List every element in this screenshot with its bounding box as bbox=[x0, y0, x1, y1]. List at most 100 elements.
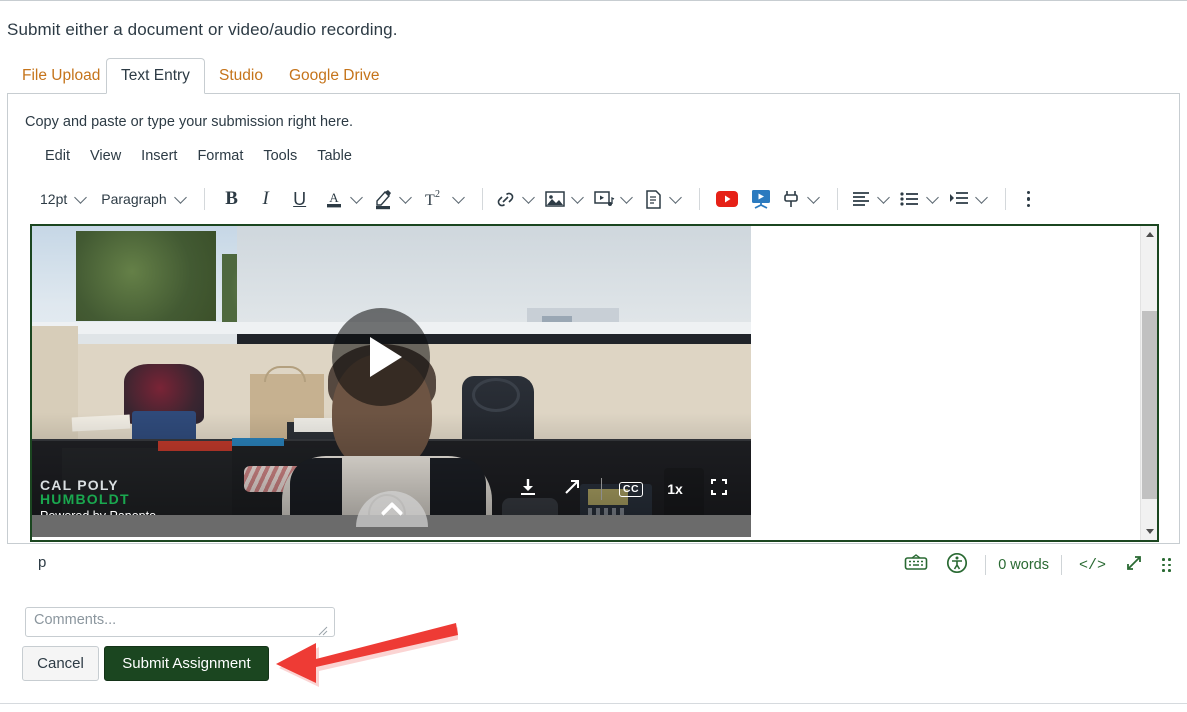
link-chevron-down-icon[interactable] bbox=[521, 190, 535, 204]
chevron-down-icon bbox=[173, 190, 187, 204]
element-path: p bbox=[38, 554, 47, 571]
apps-chevron-down-icon[interactable] bbox=[806, 190, 820, 204]
html-editor-button[interactable]: </> bbox=[1070, 552, 1115, 578]
share-open-icon bbox=[562, 477, 582, 502]
youtube-icon bbox=[715, 190, 739, 208]
comments-input[interactable] bbox=[25, 607, 335, 637]
indent-chevron-down-icon[interactable] bbox=[974, 190, 988, 204]
editor-toolbar: 12pt Paragraph B I U A T 2 bbox=[33, 182, 1165, 216]
document-chevron-down-icon[interactable] bbox=[668, 190, 682, 204]
text-color-icon: A bbox=[324, 188, 344, 210]
link-icon bbox=[495, 189, 516, 210]
play-triangle-icon bbox=[370, 337, 402, 377]
superscript-button[interactable]: T 2 bbox=[419, 186, 449, 212]
menu-view[interactable]: View bbox=[80, 146, 131, 166]
media-button[interactable] bbox=[591, 186, 617, 212]
studio-button[interactable] bbox=[744, 186, 778, 212]
brand-line-1: CAL POLY bbox=[40, 477, 119, 493]
panopto-video-embed[interactable]: CAL POLY HUMBOLDT Powered by Panopto bbox=[32, 226, 751, 537]
bold-button[interactable]: B bbox=[215, 186, 249, 212]
keyboard-icon bbox=[904, 553, 928, 577]
svg-text:T: T bbox=[425, 192, 435, 209]
video-speed-button[interactable]: 1x bbox=[653, 473, 697, 505]
menu-insert[interactable]: Insert bbox=[131, 146, 187, 166]
text-color-button[interactable]: A bbox=[321, 186, 347, 212]
apps-plugin-icon bbox=[780, 188, 802, 210]
tab-google-drive[interactable]: Google Drive bbox=[274, 58, 394, 94]
chevron-up-icon bbox=[380, 501, 403, 525]
keyboard-shortcuts-button[interactable] bbox=[895, 552, 937, 578]
tab-file-upload[interactable]: File Upload bbox=[7, 58, 115, 94]
fullscreen-expand-icon bbox=[1124, 553, 1144, 578]
word-count: 0 words bbox=[998, 557, 1049, 573]
toolbar-divider bbox=[698, 188, 700, 210]
document-button[interactable] bbox=[640, 186, 666, 212]
video-share-button[interactable] bbox=[550, 473, 594, 505]
menu-table[interactable]: Table bbox=[307, 146, 362, 166]
bulleted-list-icon bbox=[899, 190, 921, 208]
submission-type-tabs: File Upload Text Entry Studio Google Dri… bbox=[0, 58, 1187, 94]
highlight-chevron-down-icon[interactable] bbox=[398, 190, 412, 204]
align-chevron-down-icon[interactable] bbox=[876, 190, 890, 204]
toolbar-divider bbox=[1004, 188, 1006, 210]
tab-studio[interactable]: Studio bbox=[204, 58, 278, 94]
italic-button[interactable]: I bbox=[249, 186, 283, 212]
submit-assignment-button[interactable]: Submit Assignment bbox=[104, 646, 269, 681]
chevron-down-icon bbox=[74, 190, 88, 204]
scroll-down-arrow-icon[interactable] bbox=[1141, 523, 1158, 540]
list-chevron-down-icon[interactable] bbox=[925, 190, 939, 204]
submission-page: Submit either a document or video/audio … bbox=[0, 0, 1187, 712]
status-bar-tools: 0 words </> bbox=[895, 550, 1180, 580]
video-fullscreen-button[interactable] bbox=[697, 473, 741, 505]
image-chevron-down-icon[interactable] bbox=[570, 190, 584, 204]
accessibility-icon bbox=[946, 552, 968, 579]
fullscreen-editor-button[interactable] bbox=[1115, 552, 1153, 578]
block-format-select[interactable]: Paragraph bbox=[94, 184, 193, 214]
underline-button[interactable]: U bbox=[283, 186, 317, 212]
scrollbar-thumb[interactable] bbox=[1142, 311, 1157, 499]
video-download-button[interactable] bbox=[506, 473, 550, 505]
toolbar-divider bbox=[836, 188, 838, 210]
bold-icon: B bbox=[225, 188, 238, 209]
font-size-value: 12pt bbox=[40, 191, 68, 207]
editor-scrollbar[interactable] bbox=[1140, 226, 1157, 540]
editor-menubar: Edit View Insert Format Tools Table bbox=[35, 146, 362, 166]
image-button[interactable] bbox=[542, 186, 568, 212]
playback-speed-label: 1x bbox=[667, 481, 683, 497]
html-editor-icon: </> bbox=[1078, 556, 1106, 574]
rich-text-editor-body[interactable]: CAL POLY HUMBOLDT Powered by Panopto bbox=[30, 224, 1159, 542]
superscript-icon: T 2 bbox=[421, 188, 447, 210]
media-chevron-down-icon[interactable] bbox=[619, 190, 633, 204]
menu-tools[interactable]: Tools bbox=[253, 146, 307, 166]
resize-handle[interactable] bbox=[1153, 552, 1180, 578]
status-divider bbox=[1060, 555, 1062, 575]
bulleted-list-button[interactable] bbox=[897, 186, 923, 212]
youtube-button[interactable] bbox=[710, 186, 744, 212]
svg-text:2: 2 bbox=[435, 189, 440, 200]
video-controls-divider bbox=[601, 478, 602, 500]
kebab-more-icon bbox=[1026, 190, 1031, 208]
tab-text-entry[interactable]: Text Entry bbox=[106, 58, 205, 94]
toolbar-divider bbox=[481, 188, 483, 210]
apps-plugin-button[interactable] bbox=[778, 186, 804, 212]
video-captions-button[interactable]: CC bbox=[609, 473, 653, 505]
underline-icon: U bbox=[293, 188, 307, 209]
resize-grip-icon bbox=[1162, 558, 1171, 572]
scroll-up-arrow-icon[interactable] bbox=[1141, 226, 1158, 243]
menu-format[interactable]: Format bbox=[187, 146, 253, 166]
menu-edit[interactable]: Edit bbox=[35, 146, 80, 166]
text-color-chevron-down-icon[interactable] bbox=[349, 190, 363, 204]
align-left-icon bbox=[851, 190, 871, 208]
more-options-button[interactable] bbox=[1016, 186, 1042, 212]
font-size-select[interactable]: 12pt bbox=[33, 184, 94, 214]
video-play-button[interactable] bbox=[332, 308, 430, 406]
download-icon bbox=[518, 477, 538, 502]
highlight-color-button[interactable] bbox=[370, 186, 396, 212]
cancel-button[interactable]: Cancel bbox=[22, 646, 99, 681]
indent-button[interactable] bbox=[946, 186, 972, 212]
bottom-divider bbox=[0, 703, 1187, 704]
superscript-chevron-down-icon[interactable] bbox=[451, 190, 465, 204]
align-button[interactable] bbox=[848, 186, 874, 212]
accessibility-checker-button[interactable] bbox=[937, 552, 977, 578]
link-button[interactable] bbox=[493, 186, 519, 212]
